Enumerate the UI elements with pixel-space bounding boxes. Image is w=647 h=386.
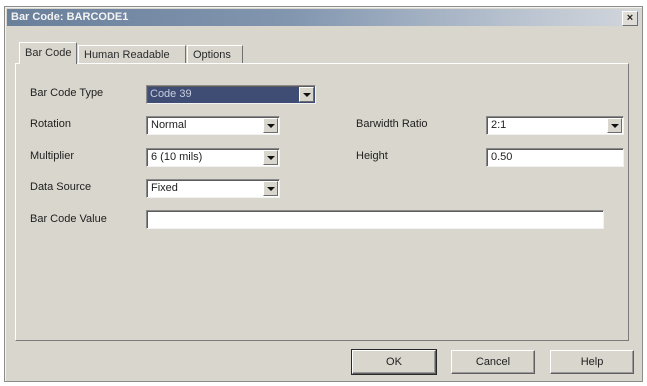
barcode-value-label: Bar Code Value <box>30 213 107 225</box>
chevron-down-icon[interactable] <box>607 118 622 133</box>
window-title: Bar Code: BARCODE1 <box>11 11 129 23</box>
multiplier-label: Multiplier <box>30 150 75 162</box>
chevron-down-icon[interactable] <box>263 150 278 165</box>
ok-button[interactable]: OK <box>351 349 437 375</box>
chevron-down-icon[interactable] <box>263 181 278 196</box>
title-bar[interactable]: Bar Code: BARCODE1 × <box>7 9 640 26</box>
close-icon: × <box>626 12 634 24</box>
height-label: Height <box>356 150 388 162</box>
rotation-label: Rotation <box>30 118 71 130</box>
cancel-button[interactable]: Cancel <box>451 350 535 374</box>
help-button[interactable]: Help <box>550 350 634 374</box>
tab-human-readable[interactable]: Human Readable <box>78 45 186 63</box>
bar-code-dialog: Bar Code: BARCODE1 × Bar Code Human Read… <box>4 6 643 382</box>
barcode-value-input[interactable] <box>146 210 604 229</box>
multiplier-select[interactable]: 6 (10 mils) <box>146 148 280 167</box>
data-source-label: Data Source <box>30 181 92 193</box>
tab-options[interactable]: Options <box>187 45 243 63</box>
chevron-down-icon[interactable] <box>263 118 278 133</box>
barwidth-ratio-select[interactable]: 2:1 <box>486 116 624 135</box>
bar-code-panel: Bar Code Type Code 39 Rotation Normal Mu… <box>15 63 629 341</box>
height-input[interactable]: 0.50 <box>486 148 624 167</box>
close-button[interactable]: × <box>622 11 638 26</box>
rotation-select[interactable]: Normal <box>146 116 280 135</box>
barcode-type-select[interactable]: Code 39 <box>146 85 316 104</box>
barwidth-ratio-label: Barwidth Ratio <box>356 118 428 130</box>
data-source-select[interactable]: Fixed <box>146 179 280 198</box>
barcode-type-label: Bar Code Type <box>30 87 104 99</box>
tab-bar-code[interactable]: Bar Code <box>19 42 77 64</box>
chevron-down-icon[interactable] <box>299 87 314 102</box>
